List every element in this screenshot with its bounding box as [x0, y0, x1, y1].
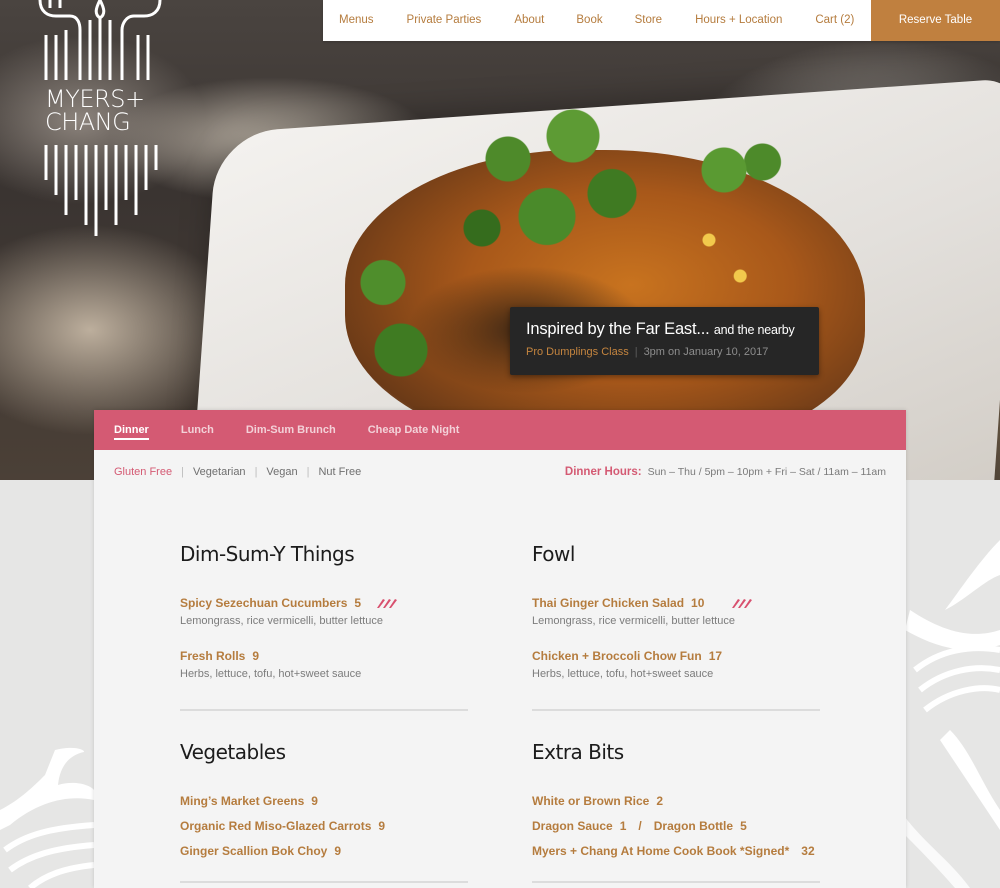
logo-text-line2: CHANG	[45, 108, 131, 136]
item-name: Ming’s Market Greens	[180, 794, 305, 808]
filter-separator: |	[254, 466, 258, 478]
item-name: Organic Red Miso-Glazed Carrots	[180, 819, 372, 833]
nav-private-parties[interactable]: Private Parties	[407, 0, 482, 41]
menu-item: Ginger Scallion Bok Choy 9	[180, 842, 468, 860]
item-name: Thai Ginger Chicken Salad	[532, 596, 685, 610]
menu-panel: Dinner Lunch Dim-Sum Brunch Cheap Date N…	[94, 410, 906, 888]
filter-gluten-free[interactable]: Gluten Free	[114, 466, 172, 478]
event-headline-small: and the nearby	[713, 323, 795, 337]
item-name: Dragon Sauce	[532, 819, 613, 833]
tab-lunch[interactable]: Lunch	[181, 424, 214, 436]
event-time: 3pm on January 10, 2017	[643, 346, 769, 358]
menu-section-vegetables: Vegetables Ming’s Market Greens 9 Organic…	[180, 740, 468, 860]
item-price: 17	[708, 649, 723, 663]
section-title: Dim-Sum-Y Things	[180, 542, 355, 566]
nav-book[interactable]: Book	[576, 0, 602, 41]
item-name: Myers + Chang At Home Cook Book *Signed*	[532, 844, 790, 858]
filter-separator: |	[306, 466, 310, 478]
nav-hours-location[interactable]: Hours + Location	[695, 0, 782, 41]
item-name: Spicy Sezechuan Cucumbers	[180, 596, 348, 610]
menu-item: White or Brown Rice 2	[532, 792, 862, 810]
main-navigation: Menus Private Parties About Book Store H…	[323, 0, 1000, 41]
menu-item: Fresh Rolls 9 Herbs, lettuce, tofu, hot+s…	[180, 647, 468, 680]
tab-cheap-date-night[interactable]: Cheap Date Night	[368, 424, 460, 436]
event-promo-card: Inspired by the Far East... and the near…	[510, 307, 819, 375]
hours-label: Dinner Hours:	[564, 466, 642, 478]
menu-section-dim-sum: Dim-Sum-Y Things Spicy Sezechuan Cucumbe…	[180, 542, 468, 680]
tab-dim-sum-brunch[interactable]: Dim-Sum Brunch	[246, 424, 336, 436]
menu-item: Spicy Sezechuan Cucumbers 5 Lemongrass, r…	[180, 594, 468, 627]
item-description: Herbs, lettuce, tofu, hot+sweet sauce	[180, 668, 362, 680]
nav-about[interactable]: About	[514, 0, 544, 41]
section-divider	[532, 709, 820, 711]
item-slash: /	[638, 819, 642, 833]
item-description: Herbs, lettuce, tofu, hot+sweet sauce	[532, 668, 714, 680]
section-divider	[180, 709, 468, 711]
cilantro-garnish-image	[430, 90, 690, 320]
item-price: 9	[378, 819, 386, 833]
logo[interactable]: MYERS+ CHANG	[38, 0, 162, 236]
cilantro-garnish-image	[680, 130, 790, 210]
dinner-hours: Dinner Hours: Sun – Thu / 5pm – 10pm + Fr…	[565, 466, 886, 478]
item-name: Ginger Scallion Bok Choy	[180, 844, 328, 858]
filter-separator: |	[181, 466, 184, 478]
event-headline: Inspired by the Far East... and the near…	[526, 320, 819, 339]
menu-item: Dragon Sauce 1 / Dragon Bottle 5	[532, 817, 862, 835]
item-name: Dragon Bottle	[653, 819, 734, 833]
reserve-table-button[interactable]: Reserve Table	[871, 0, 1000, 41]
section-title: Extra Bits	[532, 740, 624, 764]
event-separator: |	[634, 346, 638, 358]
spicy-chili-icon	[731, 598, 752, 608]
item-price: 9	[311, 794, 318, 808]
nav-cart[interactable]: Cart (2)	[815, 0, 854, 41]
hours-value: Sun – Thu / 5pm – 10pm + Fri – Sat / 11a…	[647, 466, 886, 478]
item-price: 10	[691, 596, 705, 610]
menu-item: Ming’s Market Greens 9	[180, 792, 468, 810]
dragon-illustration-left	[0, 747, 94, 888]
event-link[interactable]: Pro Dumplings Class	[526, 346, 629, 358]
cilantro-garnish-image	[335, 245, 455, 395]
item-price: 5	[740, 819, 747, 833]
filter-row: Gluten Free | Vegetarian | Vegan | Nut F…	[94, 450, 906, 494]
item-price: 9	[334, 844, 342, 858]
menu-item: Myers + Chang At Home Cook Book *Signed*…	[532, 842, 862, 860]
item-price: 5	[354, 596, 362, 610]
item-price: 1	[619, 819, 627, 833]
section-title: Vegetables	[180, 740, 286, 764]
tab-dinner[interactable]: Dinner	[114, 424, 149, 440]
spicy-chili-icon	[376, 598, 397, 608]
filter-vegan[interactable]: Vegan	[266, 466, 297, 478]
menu-item: Organic Red Miso-Glazed Carrots 9	[180, 817, 468, 835]
item-name: Fresh Rolls	[180, 649, 246, 663]
section-divider	[532, 881, 820, 883]
section-title: Fowl	[532, 542, 575, 566]
filter-nut-free[interactable]: Nut Free	[318, 466, 361, 478]
event-meta: Pro Dumplings Class | 3pm on January 10, 2…	[526, 346, 819, 358]
menu-item: Thai Ginger Chicken Salad 10 Lemongrass, …	[532, 594, 820, 627]
item-price: 2	[656, 794, 664, 808]
menu-section-fowl: Fowl Thai Ginger Chicken Salad 10 Lemongr…	[532, 542, 820, 680]
item-description: Lemongrass, rice vermicelli, butter lett…	[180, 615, 383, 627]
section-divider	[180, 881, 468, 883]
event-headline-main: Inspired by the Far East...	[526, 320, 710, 338]
nav-store[interactable]: Store	[635, 0, 663, 41]
item-price: 9	[252, 649, 260, 663]
menu-section-extra-bits: Extra Bits White or Brown Rice 2 Dragon S…	[532, 740, 862, 860]
filter-vegetarian[interactable]: Vegetarian	[193, 466, 246, 478]
menu-tabs: Dinner Lunch Dim-Sum Brunch Cheap Date N…	[94, 410, 906, 450]
item-description: Lemongrass, rice vermicelli, butter lett…	[532, 615, 735, 627]
item-price: 32	[801, 844, 815, 858]
dragon-illustration-right	[900, 540, 1000, 888]
item-name: White or Brown Rice	[532, 794, 650, 808]
item-name: Chicken + Broccoli Chow Fun	[532, 649, 702, 663]
nav-menus[interactable]: Menus	[339, 0, 374, 41]
menu-item: Chicken + Broccoli Chow Fun 17 Herbs, let…	[532, 647, 820, 680]
